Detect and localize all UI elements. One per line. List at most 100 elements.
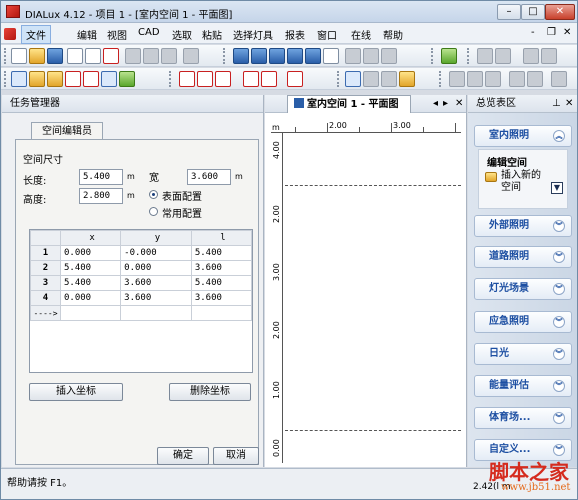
zoom-select-icon[interactable] [119, 71, 135, 87]
expand-icon[interactable]: ︾ [553, 283, 565, 295]
menu-online[interactable]: 在线 [351, 27, 371, 42]
save-icon[interactable] [47, 48, 63, 64]
luminaire-c-icon[interactable] [485, 71, 501, 87]
length-field[interactable]: 5.400 [79, 169, 123, 185]
tab-scroll-right-icon[interactable]: ▸ [443, 98, 448, 109]
cell-x[interactable]: 0.000 [59, 245, 122, 261]
cursor-icon[interactable] [345, 71, 361, 87]
cancel-button[interactable]: 取消 [213, 447, 259, 465]
table-row[interactable]: 2 5.400 0.000 3.600 [30, 260, 253, 276]
outdoor-lighting-button[interactable]: 外部照明 ︾ [474, 215, 572, 237]
cell-x[interactable]: 5.400 [59, 275, 122, 291]
measure-c-icon[interactable] [215, 71, 231, 87]
output-icon[interactable] [495, 48, 511, 64]
table-row[interactable]: 3 5.400 3.600 5.400 [30, 275, 253, 291]
collapse-icon[interactable]: ︽ [553, 130, 565, 142]
dropdown-arrow-icon[interactable]: ▼ [551, 182, 563, 194]
insert-new-room-link[interactable]: 插入新的空间 [501, 170, 547, 194]
menu-edit[interactable]: 编辑 [77, 27, 97, 42]
cell-l[interactable]: 5.400 [190, 275, 253, 291]
minimize-button[interactable]: – [497, 4, 521, 20]
open-folder-icon[interactable] [29, 48, 45, 64]
emergency-lighting-button[interactable]: 应急照明 ︾ [474, 311, 572, 333]
floor-view-icon[interactable] [269, 48, 285, 64]
move-icon[interactable] [29, 71, 45, 87]
arrange-icon[interactable] [65, 71, 81, 87]
new-row-marker[interactable]: ----> [30, 305, 61, 321]
cell-x[interactable] [59, 305, 122, 321]
pin-icon[interactable]: ⊥ [552, 95, 561, 112]
mdi-close-icon[interactable]: ✕ [563, 27, 571, 38]
copy-icon[interactable] [143, 48, 159, 64]
luminaire-b-icon[interactable] [467, 71, 483, 87]
panel-close-icon[interactable]: ✕ [565, 95, 573, 112]
cell-y[interactable]: 3.600 [120, 290, 192, 306]
export-icon[interactable] [541, 48, 557, 64]
column-header-l[interactable]: l [190, 230, 253, 246]
3d-view-icon[interactable] [305, 48, 321, 64]
delete-coordinate-button[interactable]: 删除坐标 [169, 383, 251, 401]
room-view-icon[interactable] [251, 48, 267, 64]
expand-icon[interactable]: ︾ [553, 380, 565, 392]
coordinates-grid[interactable]: x y l 1 0.000 -0.000 5.400 2 5.400 0.000… [29, 229, 253, 373]
align-icon[interactable] [83, 71, 99, 87]
cell-y[interactable]: -0.000 [120, 245, 192, 261]
pdf-icon[interactable] [103, 48, 119, 64]
menu-select-luminaire[interactable]: 选择灯具 [233, 27, 273, 42]
cell-y[interactable]: 0.000 [120, 260, 192, 276]
side-view-icon[interactable] [287, 48, 303, 64]
print-icon[interactable] [67, 48, 83, 64]
mdi-minimize-icon[interactable]: - [531, 27, 535, 38]
surface-config-radio[interactable] [149, 190, 158, 199]
measure-f-icon[interactable] [287, 71, 303, 87]
indoor-lighting-button[interactable]: 室内照明 ︽ [474, 125, 572, 147]
street-lighting-button[interactable]: 道路照明 ︾ [474, 246, 572, 268]
cell-y[interactable] [120, 305, 192, 321]
cell-l[interactable]: 3.600 [190, 260, 253, 276]
row-header[interactable]: 3 [30, 275, 61, 291]
width-field[interactable]: 3.600 [187, 169, 231, 185]
measure-d-icon[interactable] [243, 71, 259, 87]
table-row[interactable]: 1 0.000 -0.000 5.400 [30, 245, 253, 261]
ok-button[interactable]: 确定 [157, 447, 209, 465]
daylight-button[interactable]: 日光 ︾ [474, 343, 572, 365]
measure-a-icon[interactable] [179, 71, 195, 87]
menu-select[interactable]: 选取 [172, 27, 192, 42]
sports-field-button[interactable]: 体育场... ︾ [474, 407, 572, 429]
light-tool-3-icon[interactable] [381, 48, 397, 64]
expand-icon[interactable]: ︾ [553, 348, 565, 360]
catalog-icon[interactable] [441, 48, 457, 64]
luminaire-d-icon[interactable] [509, 71, 525, 87]
energy-evaluation-button[interactable]: 能量评估 ︾ [474, 375, 572, 397]
expand-icon[interactable]: ︾ [553, 251, 565, 263]
print-preview-icon[interactable] [85, 48, 101, 64]
paste-icon[interactable] [161, 48, 177, 64]
mdi-restore-icon[interactable]: ❐ [547, 27, 556, 38]
tab-room-editor[interactable]: 空间编辑员 [31, 122, 103, 140]
calc-icon[interactable] [477, 48, 493, 64]
grid-view-icon[interactable] [323, 48, 339, 64]
tab-close-icon[interactable]: ✕ [455, 98, 463, 109]
orbit-icon[interactable] [381, 71, 397, 87]
undo-icon[interactable] [183, 48, 199, 64]
expand-icon[interactable]: ︾ [553, 412, 565, 424]
new-file-icon[interactable] [11, 48, 27, 64]
expand-icon[interactable]: ︾ [553, 220, 565, 232]
measure-e-icon[interactable] [261, 71, 277, 87]
menu-help[interactable]: 帮助 [383, 27, 403, 42]
light-scene-button[interactable]: 灯光场景 ︾ [474, 278, 572, 300]
close-button[interactable]: ✕ [545, 4, 575, 20]
rotate-icon[interactable] [47, 71, 63, 87]
cut-icon[interactable] [125, 48, 141, 64]
tab-scroll-left-icon[interactable]: ◂ [433, 98, 438, 109]
expand-icon[interactable]: ︾ [553, 444, 565, 456]
menu-paste[interactable]: 粘贴 [202, 27, 222, 42]
column-header-x[interactable]: x [59, 230, 122, 246]
common-config-radio[interactable] [149, 207, 158, 216]
expand-icon[interactable]: ︾ [553, 316, 565, 328]
menu-window[interactable]: 窗口 [317, 27, 337, 42]
insert-coordinate-button[interactable]: 插入坐标 [29, 383, 123, 401]
cell-x[interactable]: 0.000 [59, 290, 122, 306]
menu-file[interactable]: 文件 [21, 25, 51, 44]
menu-view[interactable]: 视图 [107, 27, 127, 42]
